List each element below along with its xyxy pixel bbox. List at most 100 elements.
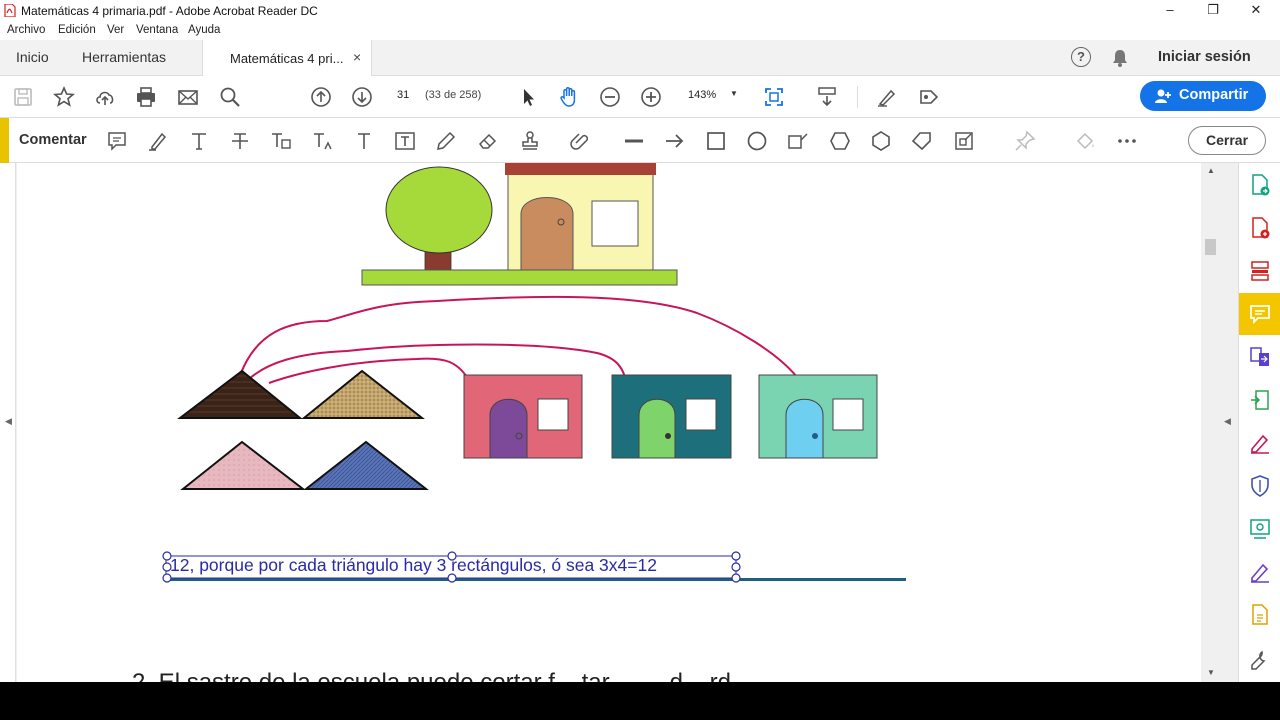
line-tool-icon[interactable] xyxy=(622,129,646,153)
acrobat-pdf-icon xyxy=(4,4,16,17)
email-icon[interactable] xyxy=(176,85,200,109)
answer-text-box[interactable]: 12, porque por cada triángulo hay 3 rect… xyxy=(170,555,657,576)
combine-files-icon[interactable] xyxy=(1248,345,1272,369)
vertical-scrollbar[interactable]: ▲ ▼ xyxy=(1202,163,1219,682)
tab-herramientas[interactable]: Herramientas xyxy=(82,49,166,65)
polygon-line-icon[interactable] xyxy=(910,129,934,153)
search-icon[interactable] xyxy=(218,85,242,109)
zoom-level[interactable]: 143% xyxy=(688,89,716,101)
add-user-icon xyxy=(1155,89,1171,103)
comment-tool-icon[interactable] xyxy=(1248,302,1272,326)
create-pdf-icon[interactable] xyxy=(1248,216,1272,240)
text-icon[interactable] xyxy=(187,129,211,153)
sign-pen-icon[interactable] xyxy=(875,85,899,109)
protect-shield-icon[interactable] xyxy=(1248,474,1272,498)
stamp-icon[interactable] xyxy=(518,129,542,153)
save-icon[interactable] xyxy=(11,85,35,109)
document-tab-label: Matemáticas 4 pri... xyxy=(230,51,344,66)
insert-text-icon[interactable] xyxy=(311,129,335,153)
zoom-out-icon[interactable] xyxy=(598,85,622,109)
callout-icon[interactable] xyxy=(786,129,810,153)
ground-strip xyxy=(361,269,678,286)
share-button[interactable]: Compartir xyxy=(1140,81,1266,111)
page-number-input[interactable]: 31 xyxy=(397,89,409,101)
notification-bell-icon[interactable] xyxy=(1110,48,1130,68)
mint-rectangle xyxy=(758,374,878,459)
previous-page-icon[interactable] xyxy=(309,85,333,109)
sign-in-link[interactable]: Iniciar sesión xyxy=(1158,49,1251,65)
tab-inicio[interactable]: Inicio xyxy=(16,49,49,65)
next-question-text: 2. El sastre de la escuela puede cortar … xyxy=(132,669,751,682)
zoom-in-icon[interactable] xyxy=(639,85,663,109)
menu-ver[interactable]: Ver xyxy=(107,24,124,36)
teal-rectangle xyxy=(611,374,732,459)
fill-sign-icon[interactable] xyxy=(917,85,941,109)
replace-text-icon[interactable] xyxy=(269,129,293,153)
pencil-icon[interactable] xyxy=(434,129,458,153)
fill-and-sign-icon[interactable] xyxy=(1248,431,1272,455)
pin-icon[interactable] xyxy=(1013,129,1037,153)
nav-tab-bar: Inicio Herramientas Matemáticas 4 pri...… xyxy=(0,40,1280,76)
main-toolbar: 31 (33 de 258) 143% ▼ Compartir xyxy=(0,76,1280,118)
menu-ayuda[interactable]: Ayuda xyxy=(188,24,220,36)
arrow-tool-icon[interactable] xyxy=(663,129,687,153)
fill-color-icon[interactable] xyxy=(1074,129,1098,153)
next-page-icon[interactable] xyxy=(350,85,374,109)
menu-archivo[interactable]: Archivo xyxy=(7,24,45,36)
document-viewport[interactable]: ◀ 12, porque por cada triángulo hay 3 re… xyxy=(0,163,1238,682)
document-tab-close-icon[interactable]: × xyxy=(353,49,361,65)
close-window-button[interactable]: ✕ xyxy=(1236,1,1276,19)
house-illustration xyxy=(505,163,656,272)
minimize-button[interactable]: – xyxy=(1150,1,1190,19)
sticky-note-icon[interactable] xyxy=(105,129,129,153)
hand-tool-icon[interactable] xyxy=(557,85,581,109)
restore-button[interactable]: ❐ xyxy=(1193,1,1233,19)
page-count: (33 de 258) xyxy=(425,89,482,101)
triangles-group xyxy=(177,369,429,490)
collapse-right-panel-icon[interactable]: ◀ xyxy=(1224,416,1231,427)
toolbar-divider xyxy=(857,86,858,108)
eraser-icon[interactable] xyxy=(476,129,500,153)
print-icon[interactable] xyxy=(134,85,158,109)
add-text-icon[interactable] xyxy=(352,129,376,153)
menu-edicion[interactable]: Edición xyxy=(58,24,96,36)
text-box-icon[interactable] xyxy=(393,129,417,153)
close-comment-button[interactable]: Cerrar xyxy=(1188,126,1266,155)
more-options-icon[interactable] xyxy=(1115,129,1139,153)
scroll-down-icon[interactable]: ▼ xyxy=(1207,668,1215,677)
scroll-mode-icon[interactable] xyxy=(815,85,839,109)
title-bar: Matemáticas 4 primaria.pdf - Adobe Acrob… xyxy=(0,0,1280,21)
send-for-signature-icon[interactable] xyxy=(1248,560,1272,584)
pink-rectangle xyxy=(463,374,583,459)
fit-page-icon[interactable] xyxy=(762,85,786,109)
help-icon[interactable]: ? xyxy=(1071,47,1091,67)
comment-toolbar-label: Comentar xyxy=(19,132,87,148)
tab-document[interactable]: Matemáticas 4 pri... × xyxy=(202,40,372,76)
polygon-icon[interactable] xyxy=(828,129,852,153)
tree-illustration xyxy=(385,166,493,272)
attach-file-icon[interactable] xyxy=(568,129,592,153)
expand-left-panel-icon[interactable]: ◀ xyxy=(5,416,12,427)
cloud-upload-icon[interactable] xyxy=(93,85,117,109)
compress-pdf-icon[interactable] xyxy=(1248,388,1272,412)
highlight-icon[interactable] xyxy=(146,129,170,153)
scroll-thumb[interactable] xyxy=(1205,239,1216,255)
more-tools-wrench-icon[interactable] xyxy=(1248,648,1272,672)
zoom-dropdown-icon[interactable]: ▼ xyxy=(730,89,738,98)
select-cursor-icon[interactable] xyxy=(516,85,540,109)
pdf-page: 2. El sastre de la escuela puede cortar … xyxy=(17,163,1201,682)
group-shapes-icon[interactable] xyxy=(952,129,976,153)
cloud-shape-icon[interactable] xyxy=(869,129,893,153)
bookmark-star-icon[interactable] xyxy=(52,85,76,109)
export-pdf-icon[interactable] xyxy=(1248,173,1272,197)
export-file-icon[interactable] xyxy=(1248,603,1272,627)
menu-ventana[interactable]: Ventana xyxy=(136,24,178,36)
organize-pages-icon[interactable] xyxy=(1248,259,1272,283)
rectangle-tool-icon[interactable] xyxy=(704,129,728,153)
comment-accent-bar xyxy=(0,118,9,163)
scroll-up-icon[interactable]: ▲ xyxy=(1207,166,1215,175)
oval-tool-icon[interactable] xyxy=(745,129,769,153)
strikethrough-icon[interactable] xyxy=(228,129,252,153)
optimize-pdf-icon[interactable] xyxy=(1248,517,1272,541)
share-button-label: Compartir xyxy=(1179,87,1249,103)
